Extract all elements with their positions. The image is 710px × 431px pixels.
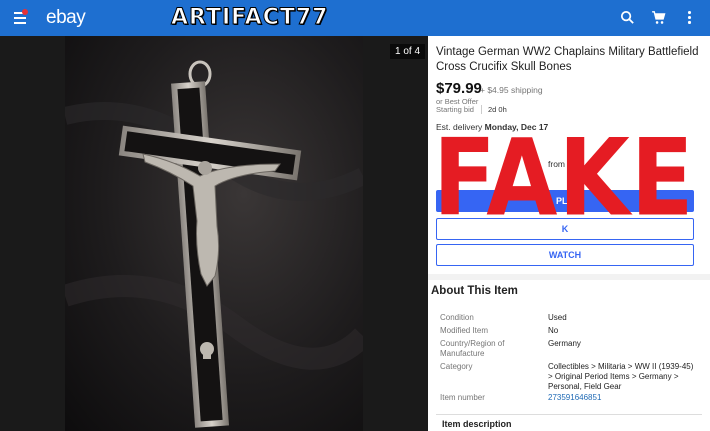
divider	[436, 414, 702, 415]
crucifix-image	[65, 60, 363, 428]
product-photo[interactable]	[65, 36, 363, 431]
price: $79.99	[436, 80, 482, 97]
ebay-logo[interactable]: ebay	[46, 7, 86, 29]
category-label: Category	[440, 362, 473, 371]
about-heading: About This Item	[431, 285, 518, 297]
country-value: Germany	[548, 339, 581, 348]
watermark-title: ARTIFACT77	[170, 5, 329, 31]
about-section: About This Item Condition Used Modified …	[428, 280, 710, 431]
listing-card: Vintage German WW2 Chaplains Military Ba…	[428, 36, 710, 274]
search-icon[interactable]	[619, 9, 636, 26]
item-number-label: Item number	[440, 393, 485, 402]
modified-item-label: Modified Item	[440, 326, 489, 335]
country-label: Country/Region of Manufacture	[440, 339, 505, 358]
time-left: 2d 0h	[481, 105, 507, 114]
shipping-cost: + $4.95 shipping	[480, 85, 543, 95]
modified-item-value: No	[548, 326, 559, 335]
listing-title: Vintage German WW2 Chaplains Military Ba…	[436, 46, 699, 73]
notification-dot	[22, 9, 28, 15]
top-icons	[619, 9, 698, 26]
image-counter: 1 of 4	[390, 44, 426, 59]
cart-icon[interactable]	[650, 9, 667, 26]
category-value: Collectibles > Militaria > WW II (1939-4…	[548, 362, 694, 391]
condition-label: Condition	[440, 313, 474, 322]
fake-stamp: FAKE	[433, 116, 695, 240]
top-bar: ebay ARTIFACT77	[0, 0, 710, 36]
watch-button[interactable]: WATCH	[436, 244, 694, 266]
condition-value: Used	[548, 313, 567, 322]
starting-bid-label: Starting bid	[436, 105, 474, 114]
details-pane: Vintage German WW2 Chaplains Military Ba…	[428, 36, 710, 431]
item-number-link[interactable]: 273591646851	[548, 393, 698, 403]
item-description-heading[interactable]: Item description	[442, 419, 512, 429]
photo-gallery[interactable]: 1 of 4	[0, 36, 428, 431]
more-icon[interactable]	[681, 9, 698, 26]
